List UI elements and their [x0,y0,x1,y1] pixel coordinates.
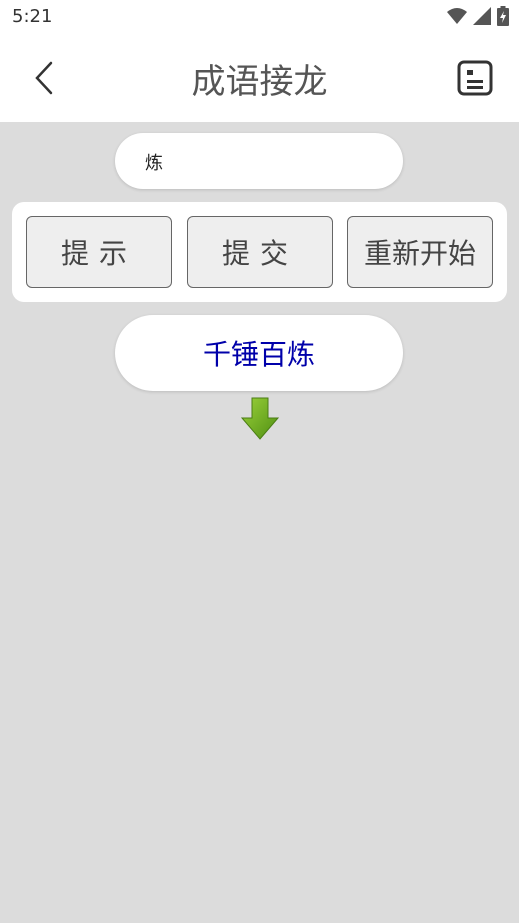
restart-button[interactable]: 重新开始 [347,216,493,288]
wifi-icon [447,8,467,24]
status-icons [447,6,509,26]
current-idiom: 千锤百炼 [115,315,403,391]
down-arrow-icon [240,397,280,440]
status-time: 5:21 [12,6,53,27]
page-title: 成语接龙 [191,62,328,102]
status-bar: 5:21 [0,0,519,36]
app-bar: 成语接龙 [0,36,519,122]
hint-button[interactable]: 提示 [26,216,172,288]
battery-icon [497,6,509,26]
signal-icon [473,7,491,25]
answer-input-container [115,133,403,189]
action-button-panel: 提示 提交 重新开始 [12,202,507,302]
list-card-icon [457,60,493,96]
answer-input[interactable] [143,147,387,177]
menu-button[interactable] [457,60,493,96]
submit-button[interactable]: 提交 [187,216,333,288]
